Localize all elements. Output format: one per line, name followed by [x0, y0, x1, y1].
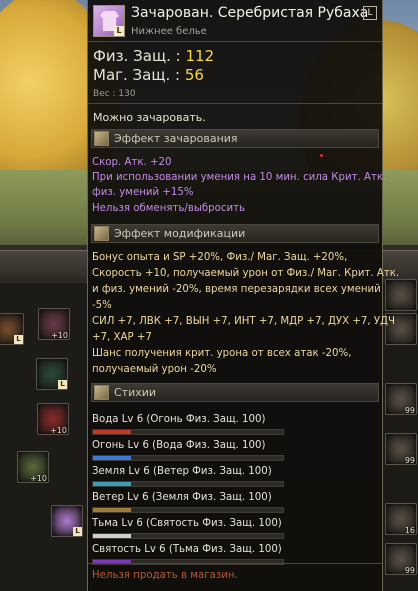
element-label: Вода Lv 6 (Огонь Физ. Защ. 100): [92, 414, 266, 425]
elements-section-title: Стихии: [114, 386, 157, 399]
slot-count: +10: [51, 331, 68, 340]
element-bar: [92, 533, 284, 539]
cursor-dot: [320, 154, 323, 157]
tooltip-header: L Зачарован. Серебристая Рубаха Нижнее б…: [91, 3, 381, 39]
inventory-slot[interactable]: L: [0, 313, 24, 345]
item-name: Зачарован. Серебристая Рубаха: [131, 5, 369, 21]
enchant-icon: [94, 131, 109, 146]
enchant-line: Скор. Атк. +20: [92, 157, 172, 168]
shirt-icon: L: [93, 5, 125, 37]
pdef-row: Физ. Защ. : 112: [93, 47, 214, 65]
enchant-line: физ. умений +15%: [92, 187, 194, 198]
enchant-line: При использовании умения на 10 мин. сила…: [92, 172, 387, 183]
modify-line: Шанс получения крит. урона от всех атак …: [92, 348, 352, 359]
cannot-sell-note: Нельзя продать в магазин.: [92, 570, 238, 581]
modify-line: Скорость +10, получаемый урон от Физ./ М…: [92, 268, 400, 279]
element-bar-fill: [93, 482, 131, 486]
pdef-label: Физ. Защ. :: [93, 47, 181, 65]
inventory-slot[interactable]: 16: [385, 503, 417, 535]
pdef-value: 112: [185, 47, 215, 65]
element-bar: [92, 507, 284, 513]
mdef-label: Маг. Защ. :: [93, 66, 181, 84]
element-bar-fill: [93, 534, 131, 538]
slot-count: +10: [50, 426, 67, 435]
inventory-slot[interactable]: +10: [38, 308, 70, 340]
inventory-slot[interactable]: +10: [37, 403, 69, 435]
modify-icon: [94, 226, 109, 241]
element-bar: [92, 429, 284, 435]
modify-section-header: Эффект модификации: [91, 224, 379, 243]
element-bar-fill: [93, 430, 131, 434]
enchantable-note: Можно зачаровать.: [93, 111, 206, 124]
inventory-panel-left: L +10 L +10 +10 L: [0, 283, 91, 591]
grade-badge: L: [14, 335, 23, 344]
grade-badge: L: [363, 6, 377, 20]
elements-section-header: Стихии: [91, 383, 379, 402]
modify-section-title: Эффект модификации: [114, 227, 246, 240]
grade-badge: L: [73, 527, 82, 536]
item-tooltip: L Зачарован. Серебристая Рубаха Нижнее б…: [87, 0, 399, 591]
element-bar-fill: [93, 456, 131, 460]
modify-line: -5%: [92, 300, 112, 311]
slot-count: +10: [30, 474, 47, 483]
inventory-slot[interactable]: L: [36, 358, 68, 390]
slot-count: 16: [404, 526, 415, 535]
mdef-value: 56: [184, 66, 204, 84]
enchant-section-header: Эффект зачарования: [91, 129, 379, 148]
enchant-section-title: Эффект зачарования: [114, 132, 238, 145]
modify-line: Бонус опыта и SP +20%, Физ./ Маг. Защ. +…: [92, 252, 348, 263]
element-bar: [92, 455, 284, 461]
inventory-slot[interactable]: L: [51, 505, 83, 537]
inventory-slot[interactable]: 99: [385, 383, 417, 415]
divider: [88, 103, 382, 104]
inventory-slot[interactable]: [385, 279, 417, 311]
element-label: Святость Lv 6 (Тьма Физ. Защ. 100): [92, 544, 282, 555]
element-bar-fill: [93, 508, 131, 512]
slot-count: 99: [404, 566, 415, 575]
element-label: Ветер Lv 6 (Земля Физ. Защ. 100): [92, 492, 272, 503]
enchant-line: Нельзя обменять/выбросить: [92, 203, 246, 214]
element-label: Земля Lv 6 (Ветер Физ. Защ. 100): [92, 466, 272, 477]
elements-icon: [94, 385, 109, 400]
divider: [88, 563, 382, 564]
element-bar: [92, 481, 284, 487]
inventory-slot[interactable]: +10: [17, 451, 49, 483]
slot-count: 99: [404, 406, 415, 415]
slot-count: 99: [404, 456, 415, 465]
modify-line: СИЛ +7, ЛВК +7, ВЫН +7, ИНТ +7, МДР +7, …: [92, 316, 396, 327]
modify-line: +7, ХАР +7: [92, 332, 152, 343]
inventory-slot[interactable]: 99: [385, 543, 417, 575]
modify-line: получаемый урон -20%: [92, 364, 217, 375]
modify-line: и физ. умений -20%, время перезарядки вс…: [92, 284, 381, 295]
weight: Вес : 130: [93, 89, 136, 99]
mdef-row: Маг. Защ. : 56: [93, 66, 204, 84]
element-label: Тьма Lv 6 (Святость Физ. Защ. 100): [92, 518, 282, 529]
grade-badge: L: [58, 380, 67, 389]
icon-grade-badge: L: [114, 26, 124, 36]
element-label: Огонь Lv 6 (Вода Физ. Защ. 100): [92, 440, 266, 451]
divider: [88, 41, 382, 42]
item-type: Нижнее белье: [131, 26, 207, 37]
inventory-panel-right: 99 99 16 99: [383, 279, 418, 591]
element-bar: [92, 559, 284, 565]
inventory-slot[interactable]: 99: [385, 433, 417, 465]
